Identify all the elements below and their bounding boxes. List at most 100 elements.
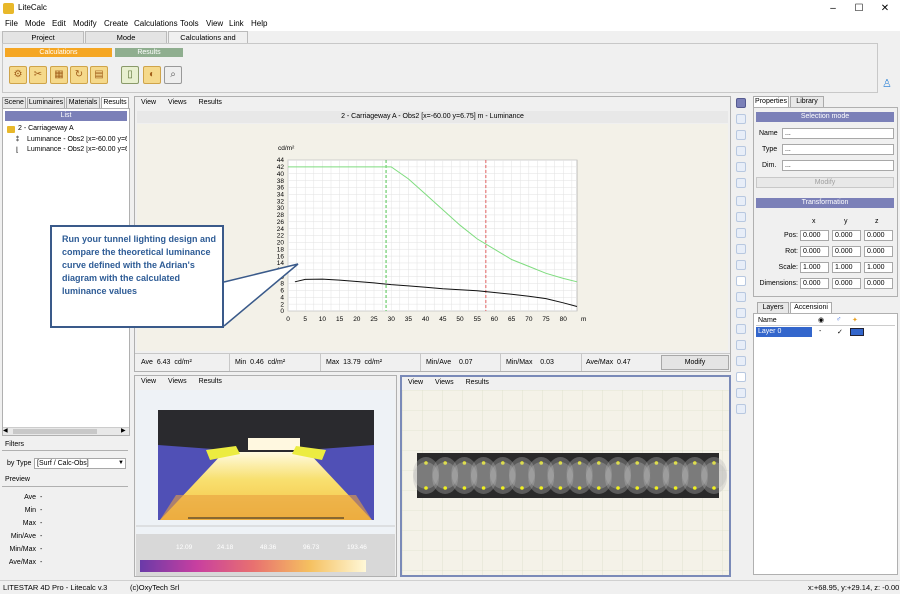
luminaire-marker[interactable] xyxy=(481,486,486,490)
scale-x-field[interactable]: 1.000 xyxy=(800,262,829,273)
tab-library[interactable]: Library xyxy=(790,96,824,107)
render-view-menu-view[interactable]: View xyxy=(141,378,156,385)
luminaire-marker[interactable] xyxy=(673,486,678,490)
layer-color-swatch[interactable] xyxy=(850,328,864,336)
clipboard-icon[interactable]: ▯ xyxy=(121,66,139,84)
tab-materials[interactable]: Materials xyxy=(66,97,100,108)
plan-view-menu-view[interactable]: View xyxy=(408,379,423,386)
cancel-calc-icon[interactable]: ✂ xyxy=(29,66,47,84)
menu-create[interactable]: Create xyxy=(104,19,128,28)
plan-view-menu-results[interactable]: Results xyxy=(466,379,489,386)
pos-x-field[interactable]: 0.000 xyxy=(800,230,829,241)
luminaire-marker[interactable] xyxy=(462,486,467,490)
pos-y-field[interactable]: 0.000 xyxy=(832,230,861,241)
lamp-result-icon[interactable]: ◐ xyxy=(143,66,161,84)
zoom-tool-icon[interactable] xyxy=(736,308,746,318)
tab-results[interactable]: Results xyxy=(101,97,129,108)
tab-calculations-results[interactable]: Calculations and Results xyxy=(168,31,248,53)
by-type-select[interactable]: [Surf / Calc-Obs] ▼ xyxy=(34,458,126,469)
luminaire-marker[interactable] xyxy=(577,486,582,490)
menu-tools[interactable]: Tools xyxy=(180,19,199,28)
tab-accensioni[interactable]: Accensioni xyxy=(790,302,832,313)
tab-layers[interactable]: Layers xyxy=(757,302,789,313)
group-tool-icon[interactable] xyxy=(736,244,746,254)
menu-edit[interactable]: Edit xyxy=(52,19,66,28)
luminaire-marker[interactable] xyxy=(635,486,639,490)
layer-visible[interactable]: - xyxy=(819,328,821,335)
pos-z-field[interactable]: 0.000 xyxy=(864,230,893,241)
tree-item-luminance-curve[interactable]: Luminance - Obs2 [x=-60.00 y=6.75] m xyxy=(27,146,127,153)
luminaire-marker[interactable] xyxy=(539,486,543,490)
menu-calculations[interactable]: Calculations xyxy=(134,19,178,28)
scroll-right-icon[interactable]: ▶ xyxy=(121,427,126,434)
view-top-icon[interactable] xyxy=(736,324,746,334)
move-tool-icon[interactable] xyxy=(736,114,746,124)
zoom-result-icon[interactable]: ⌕ xyxy=(164,66,182,84)
rot-x-field[interactable]: 0.000 xyxy=(800,246,829,257)
render-view-menu-results[interactable]: Results xyxy=(199,378,222,385)
chart-view-menu-results[interactable]: Results xyxy=(199,99,222,106)
tab-scene[interactable]: Scene xyxy=(2,97,26,108)
tree-item-luminance-table[interactable]: Luminance - Obs2 [x=-60.00 y=6.75] m xyxy=(27,136,127,143)
luminaire-marker[interactable] xyxy=(424,486,428,490)
tab-project[interactable]: Project xyxy=(2,31,84,43)
render-view-menu-views[interactable]: Views xyxy=(168,378,187,385)
dimensions-x-field[interactable]: 0.000 xyxy=(800,278,829,289)
rot-z-field[interactable]: 0.000 xyxy=(864,246,893,257)
tab-luminaires[interactable]: Luminaires xyxy=(27,97,65,108)
rot-y-field[interactable]: 0.000 xyxy=(832,246,861,257)
zoom-extents-icon[interactable] xyxy=(736,292,746,302)
settings-calc-icon[interactable]: ⚙ xyxy=(9,66,27,84)
dimensions-z-field[interactable]: 0.000 xyxy=(864,278,893,289)
pan-tool-icon[interactable] xyxy=(736,260,746,270)
light-tool-icon[interactable] xyxy=(736,178,746,188)
view-3d-icon[interactable] xyxy=(736,372,746,382)
select-tool-icon[interactable] xyxy=(736,98,746,108)
dim-field[interactable]: ... xyxy=(782,160,894,171)
modify-stats-button[interactable]: Modify xyxy=(661,355,729,370)
luminaire-marker[interactable] xyxy=(616,486,620,490)
scale-z-field[interactable]: 1.000 xyxy=(864,262,893,273)
close-button[interactable]: ✕ xyxy=(874,1,896,16)
chart-view-menu-views[interactable]: Views xyxy=(168,99,187,106)
tree-item-carriageway[interactable]: 2 - Carriageway A xyxy=(18,125,74,132)
visibility-icon[interactable]: ◉ xyxy=(818,316,824,324)
scale-tool-icon[interactable] xyxy=(736,146,746,156)
help-person-icon[interactable]: ♙ xyxy=(882,78,894,90)
name-field[interactable]: ... xyxy=(782,128,894,139)
type-field[interactable]: ... xyxy=(782,144,894,155)
aim-tool-icon[interactable] xyxy=(736,162,746,172)
luminaire-marker[interactable] xyxy=(597,486,601,490)
batch-calc-icon[interactable]: ▦ xyxy=(50,66,68,84)
copy-tool-icon[interactable] xyxy=(736,196,746,206)
chart-view-menu-view[interactable]: View xyxy=(141,99,156,106)
minimize-button[interactable]: – xyxy=(822,1,844,16)
maximize-button[interactable]: ☐ xyxy=(848,1,870,16)
scale-y-field[interactable]: 1.000 xyxy=(832,262,861,273)
lock-icon[interactable]: ♂ xyxy=(836,316,841,323)
luminaire-marker[interactable] xyxy=(558,486,563,490)
luminaire-marker[interactable] xyxy=(693,486,697,490)
grid-tool-icon[interactable] xyxy=(736,404,746,414)
render-tool-icon[interactable] xyxy=(736,388,746,398)
layer-row[interactable]: Layer 0 - ✓ xyxy=(756,327,866,337)
hand-tool-icon[interactable] xyxy=(736,276,746,286)
horizontal-scrollbar[interactable]: ◀ ▶ xyxy=(3,427,129,435)
scroll-left-icon[interactable]: ◀ xyxy=(3,427,8,434)
layer-locked[interactable]: ✓ xyxy=(837,328,843,336)
luminaire-marker[interactable] xyxy=(712,486,716,490)
tab-properties[interactable]: Properties xyxy=(753,96,789,107)
rotate-tool-icon[interactable] xyxy=(736,130,746,140)
scrollbar-thumb[interactable] xyxy=(13,429,97,434)
refresh-calc-icon[interactable]: ↻ xyxy=(70,66,88,84)
view-side-icon[interactable] xyxy=(736,356,746,366)
plan-view-menu-views[interactable]: Views xyxy=(435,379,454,386)
menu-modify[interactable]: Modify xyxy=(73,19,97,28)
folder-calc-icon[interactable]: ▤ xyxy=(90,66,108,84)
color-icon[interactable]: ✦ xyxy=(852,316,858,324)
view-front-icon[interactable] xyxy=(736,340,746,350)
menu-file[interactable]: File xyxy=(5,19,18,28)
luminaire-marker[interactable] xyxy=(443,486,447,490)
luminaire-marker[interactable] xyxy=(501,486,505,490)
tab-mode[interactable]: Mode xyxy=(85,31,167,43)
